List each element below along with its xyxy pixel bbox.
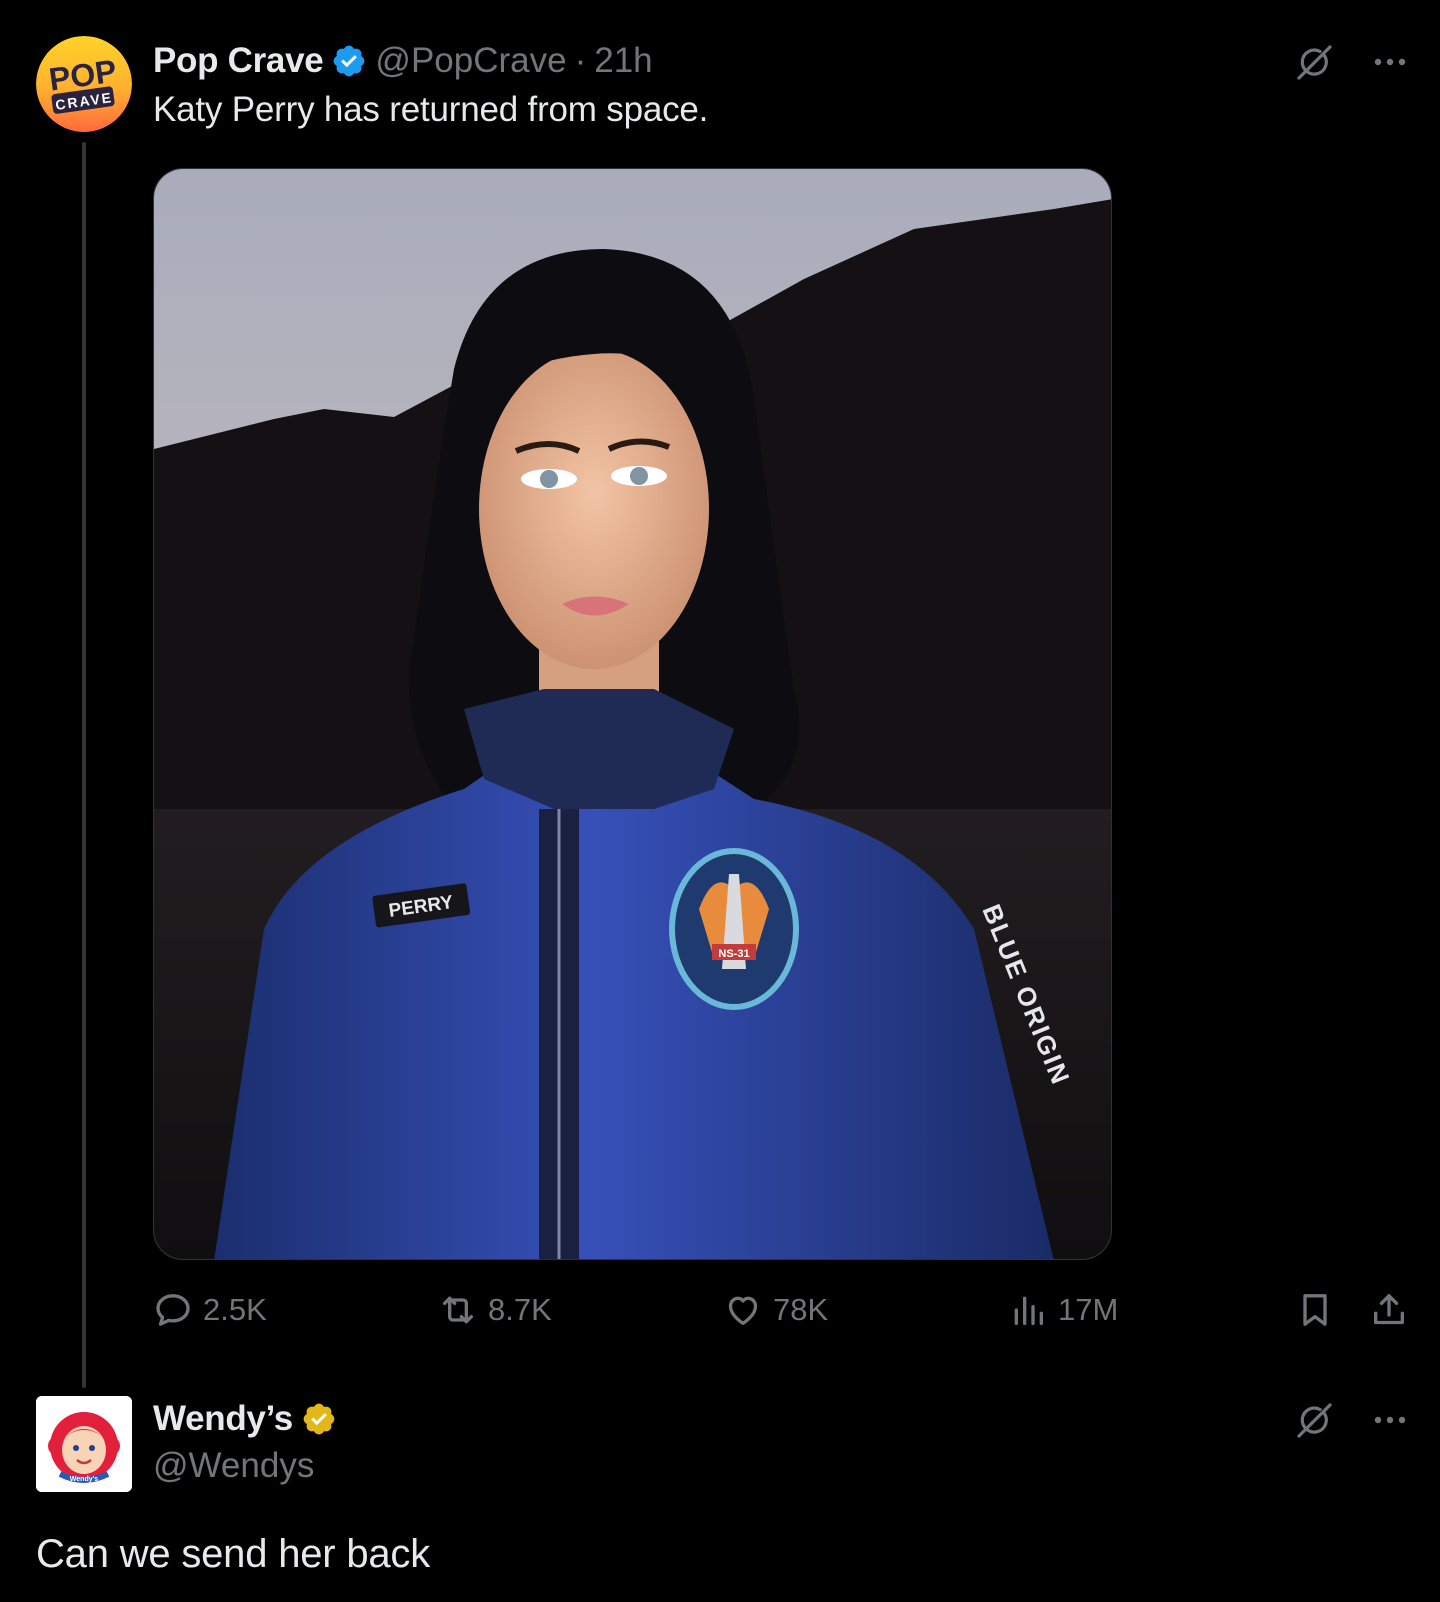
views-icon: [1014, 1296, 1043, 1325]
verified-badge-icon[interactable]: [301, 1401, 337, 1437]
like-button[interactable]: 78K: [723, 1290, 828, 1330]
like-icon: [728, 1296, 758, 1325]
tweet-header: Pop Crave @PopCrave · 21h: [153, 36, 653, 86]
repost-icon: [443, 1296, 473, 1324]
reply-author-handle[interactable]: @Wendys: [153, 1446, 314, 1486]
share-button[interactable]: [1369, 1290, 1409, 1330]
grok-icon[interactable]: [1294, 42, 1334, 82]
grok-icon[interactable]: [1294, 1400, 1334, 1440]
time-separator: ·: [574, 41, 587, 80]
reply-text: Can we send her back: [36, 1532, 431, 1576]
author-handle[interactable]: @PopCrave: [375, 41, 566, 81]
mission-badge-text: NS-31: [718, 948, 749, 960]
wendys-avatar[interactable]: Wendy's: [36, 1396, 132, 1492]
popcrave-avatar[interactable]: POP CRAVE: [36, 36, 132, 132]
verified-badge-icon[interactable]: [331, 43, 367, 79]
repost-button[interactable]: 8.7K: [438, 1290, 552, 1330]
reply-header: Wendy’s: [153, 1394, 337, 1444]
reply-count: 2.5K: [203, 1292, 267, 1327]
wendys-logo-text: Wendy's: [70, 1476, 98, 1483]
views-button[interactable]: 17M: [1008, 1290, 1118, 1330]
bookmark-button[interactable]: [1295, 1290, 1335, 1330]
author-name[interactable]: Pop Crave: [153, 41, 324, 81]
repost-count: 8.7K: [488, 1292, 552, 1327]
reply-author-name[interactable]: Wendy’s: [153, 1399, 293, 1439]
views-count: 17M: [1058, 1292, 1119, 1327]
thread-connector-line: [82, 142, 86, 1388]
post-time[interactable]: 21h: [594, 41, 652, 81]
mission-badge: NS-31: [669, 848, 799, 1010]
share-icon: [1374, 1294, 1404, 1325]
tweet-text: Katy Perry has returned from space.: [153, 90, 709, 129]
reply-icon: [156, 1294, 190, 1326]
like-count: 78K: [773, 1292, 829, 1327]
tweet-popcrave[interactable]: POP CRAVE Pop Crave @PopCrave · 21h Katy…: [0, 0, 1440, 1388]
tweet-actions: 2.5K 8.7K 78K 17M: [153, 1290, 1413, 1340]
more-icon[interactable]: [1370, 1400, 1410, 1440]
more-icon[interactable]: [1370, 42, 1410, 82]
tweet-photo[interactable]: PERRY NS-31 BLUE ORIGIN: [153, 168, 1112, 1260]
reply-button[interactable]: 2.5K: [153, 1290, 267, 1330]
tweet-wendys-reply[interactable]: Wendy's Wendy’s @Wendys Can we send her …: [0, 1380, 1440, 1602]
bookmark-icon: [1303, 1294, 1327, 1326]
